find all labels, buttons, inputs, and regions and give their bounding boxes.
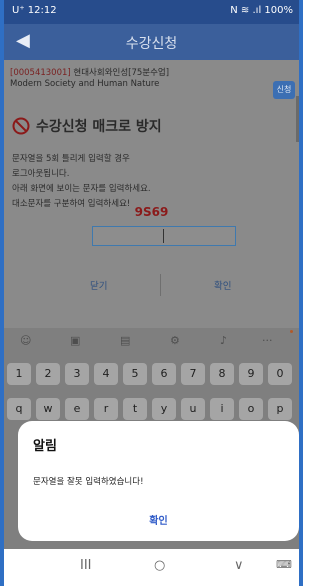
key-w[interactable]: w xyxy=(36,398,60,420)
more-options-icon[interactable]: ··· xyxy=(262,334,273,347)
key-3[interactable]: 3 xyxy=(65,363,89,385)
key-8[interactable]: 8 xyxy=(210,363,234,385)
status-indicators: N ≋ .ıl 100% xyxy=(230,5,293,16)
emoji-icon[interactable]: ☺ xyxy=(20,334,31,347)
key-p[interactable]: p xyxy=(268,398,292,420)
key-5[interactable]: 5 xyxy=(123,363,147,385)
recent-apps-icon[interactable]: III xyxy=(80,558,92,573)
number-row: 1 2 3 4 5 6 7 8 9 0 xyxy=(4,363,299,385)
settings-icon[interactable]: ⚙ xyxy=(170,334,180,347)
popup-buttons: 닫기 확인 xyxy=(4,274,299,296)
key-r[interactable]: r xyxy=(94,398,118,420)
alert-message: 문자열을 잘못 입력하였습니다! xyxy=(33,477,144,487)
text-cursor xyxy=(163,229,164,243)
key-i[interactable]: i xyxy=(210,398,234,420)
close-button[interactable]: 닫기 xyxy=(90,278,107,292)
course-code: [0005413001] xyxy=(10,68,71,78)
key-q[interactable]: q xyxy=(7,398,31,420)
captcha-text: 9S69 xyxy=(134,205,169,219)
key-2[interactable]: 2 xyxy=(36,363,60,385)
button-divider xyxy=(160,274,161,296)
status-time: U⁺ 12:12 xyxy=(12,5,57,16)
app-header: ◀ 수강신청 xyxy=(4,24,299,60)
clipboard-icon[interactable]: ▤ xyxy=(120,334,130,347)
course-detail-cut xyxy=(10,90,169,96)
key-t[interactable]: t xyxy=(123,398,147,420)
page-title: 수강신청 xyxy=(125,36,178,52)
status-bar: U⁺ 12:12 N ≋ .ıl 100% xyxy=(4,0,299,24)
instruction-line: 로그아웃됩니다. xyxy=(12,169,70,179)
key-0[interactable]: 0 xyxy=(268,363,292,385)
heading-text: 수강신청 매크로 방지 xyxy=(36,119,162,135)
key-u[interactable]: u xyxy=(181,398,205,420)
keyboard-icon[interactable]: ⌨ xyxy=(276,558,292,571)
prohibited-icon xyxy=(12,117,30,135)
instruction-line: 아래 화면에 보이는 문자를 입력하세요. xyxy=(12,184,151,194)
home-icon[interactable]: ○ xyxy=(154,558,165,573)
key-9[interactable]: 9 xyxy=(239,363,263,385)
course-title-ko: 현대사회와인성[75분수업] xyxy=(73,68,170,78)
macro-warning-heading: 수강신청 매크로 방지 xyxy=(12,116,162,136)
key-6[interactable]: 6 xyxy=(152,363,176,385)
scroll-indicator xyxy=(296,96,299,142)
instruction-line: 문자열을 5회 틀리게 입력할 경우 xyxy=(12,154,130,164)
key-e[interactable]: e xyxy=(65,398,89,420)
key-1[interactable]: 1 xyxy=(7,363,31,385)
instructions: 문자열을 5회 틀리게 입력할 경우 로그아웃됩니다. 아래 화면에 보이는 문… xyxy=(12,152,151,212)
key-y[interactable]: y xyxy=(152,398,176,420)
sticker-icon[interactable]: ▣ xyxy=(70,334,80,347)
apply-button[interactable]: 신청 xyxy=(273,81,295,99)
alert-dialog: 알림 문자열을 잘못 입력하였습니다! 확인 xyxy=(18,421,299,541)
key-7[interactable]: 7 xyxy=(181,363,205,385)
key-4[interactable]: 4 xyxy=(94,363,118,385)
course-info: [0005413001] 현대사회와인성[75분수업] Modern Socie… xyxy=(10,68,169,96)
alert-title: 알림 xyxy=(33,439,57,454)
phone-frame: U⁺ 12:12 N ≋ .ıl 100% ◀ 수강신청 [0005413001… xyxy=(0,0,303,586)
microphone-icon[interactable]: ♪ xyxy=(220,334,227,347)
captcha-input[interactable] xyxy=(92,226,236,246)
letter-row: q w e r t y u i o p xyxy=(4,398,299,420)
navigation-bar: III ○ ∨ ⌨ xyxy=(4,549,299,586)
key-o[interactable]: o xyxy=(239,398,263,420)
alert-ok-button[interactable]: 확인 xyxy=(18,512,299,527)
keyboard-toolbar: ☺ ▣ ▤ ⚙ ♪ ··· xyxy=(4,328,299,356)
course-title-en: Modern Society and Human Nature xyxy=(10,79,160,89)
notification-dot xyxy=(290,330,293,333)
course-content: [0005413001] 현대사회와인성[75분수업] Modern Socie… xyxy=(4,60,299,328)
back-icon[interactable]: ∨ xyxy=(234,558,244,573)
confirm-button[interactable]: 확인 xyxy=(214,278,231,292)
